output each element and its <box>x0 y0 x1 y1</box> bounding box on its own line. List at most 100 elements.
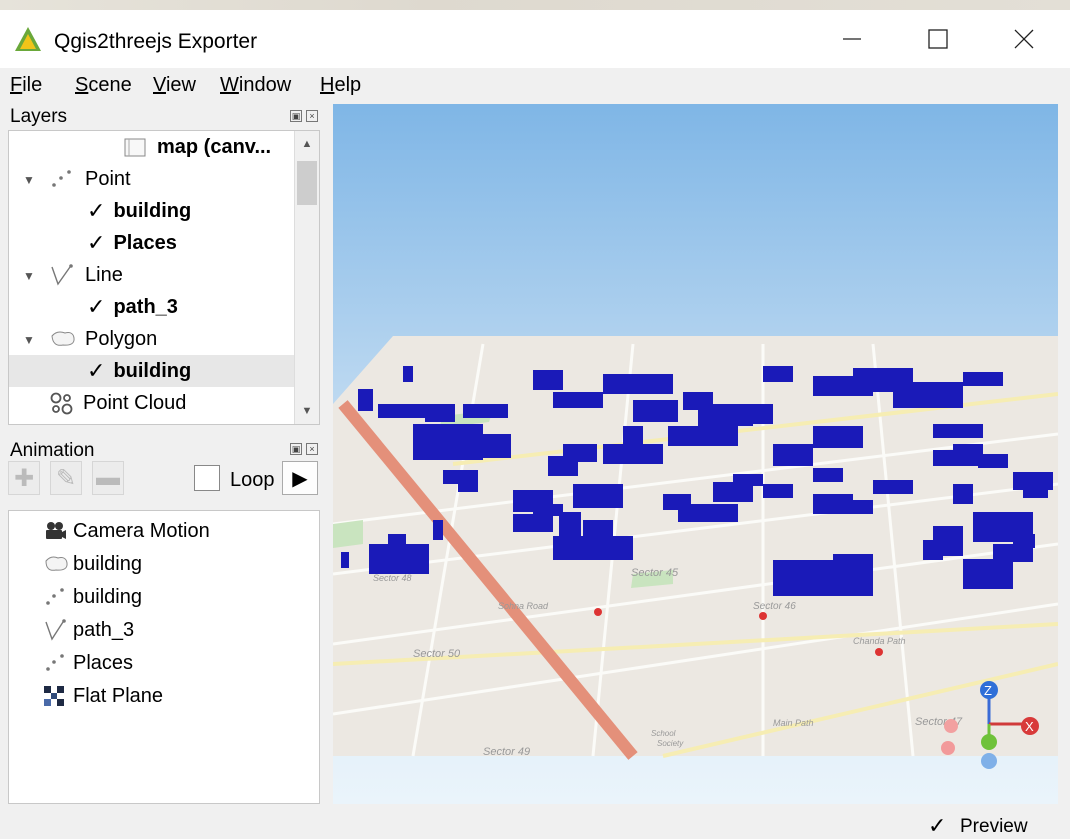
minimize-icon[interactable] <box>822 16 882 62</box>
tree-item-label: Polygon <box>85 327 158 350</box>
expander-icon[interactable]: ▼ <box>23 269 35 283</box>
menu-file-accel: F <box>10 74 23 96</box>
animation-toolbar: ✚ ✎ ▬ Loop ▶ <box>8 461 320 499</box>
float-icon[interactable]: ▣ <box>290 443 302 455</box>
close-icon[interactable]: × <box>306 110 318 122</box>
y-axis-icon <box>981 734 997 750</box>
preview-label: Preview <box>960 816 1028 837</box>
tree-item-label: map (canv... <box>157 135 272 158</box>
menu-bar: File Scene View Window Help <box>0 68 1070 102</box>
tree-item-polygon[interactable]: Polygon <box>49 323 157 355</box>
menu-file[interactable]: File <box>10 74 42 97</box>
anim-item-label: building <box>73 552 142 575</box>
scroll-down-icon[interactable]: ▼ <box>295 400 319 422</box>
anim-item-path-3[interactable]: path_3 <box>43 614 134 646</box>
menu-scene-label: cene <box>88 74 132 96</box>
line-icon <box>43 618 73 642</box>
close-icon[interactable]: × <box>306 443 318 455</box>
menu-window[interactable]: Window <box>220 74 291 97</box>
checkbox-checked-icon[interactable]: ✓ <box>87 198 105 224</box>
map-label: Chanda Path <box>853 636 906 646</box>
anim-item-label: Camera Motion <box>73 519 210 542</box>
menu-scene[interactable]: Scene <box>75 74 132 97</box>
map-label: Sector 49 <box>483 746 530 758</box>
camera-icon <box>43 520 73 542</box>
scroll-thumb[interactable] <box>297 161 317 205</box>
tree-item-point-cloud[interactable]: Point Cloud <box>49 387 186 419</box>
anim-item-building-point[interactable]: building <box>43 581 142 613</box>
tree-item-line[interactable]: Line <box>49 259 123 291</box>
qgis-logo-icon <box>15 27 41 51</box>
3d-scene[interactable]: Sector 45 Sector 46 Sector 47 Sector 48 … <box>333 104 1058 804</box>
tree-item-places[interactable]: ✓ Places <box>87 227 177 259</box>
menu-window-accel: W <box>220 74 239 96</box>
map-label: Sector 46 <box>753 601 796 612</box>
anim-item-places[interactable]: Places <box>43 647 133 679</box>
tree-item-label: path_3 <box>113 295 178 318</box>
animation-panel-title: Animation <box>10 440 95 461</box>
menu-help[interactable]: Help <box>320 74 361 97</box>
play-icon[interactable]: ▶ <box>282 461 318 495</box>
map-canvas-icon <box>124 138 146 157</box>
anim-item-label: building <box>73 585 142 608</box>
3d-preview-viewport[interactable]: Sector 45 Sector 46 Sector 47 Sector 48 … <box>333 104 1058 804</box>
flat-plane-icon <box>43 685 73 707</box>
checkbox-checked-icon[interactable]: ✓ <box>87 358 105 384</box>
animation-list: Camera Motion building building path_3 P… <box>8 510 320 804</box>
edit-keyframe-icon[interactable]: ✎ <box>50 461 82 495</box>
axis-label-x: X <box>1025 719 1034 734</box>
layers-tree: map (canv... ▼ Point ✓ building ✓ Places… <box>8 130 320 425</box>
maximize-icon[interactable] <box>908 16 968 62</box>
map-label: Society <box>657 739 684 748</box>
map-label: Sector 45 <box>631 567 679 579</box>
map-label: Sohna Road <box>498 601 549 611</box>
anim-item-label: Flat Plane <box>73 684 164 707</box>
expander-icon[interactable]: ▼ <box>23 173 35 187</box>
checkbox-checked-icon[interactable]: ✓ <box>87 230 105 256</box>
tree-item-label: Places <box>113 231 177 254</box>
menu-view-label: iew <box>165 74 196 96</box>
tree-item-label: building <box>113 199 192 222</box>
add-keyframe-icon[interactable]: ✚ <box>8 461 40 495</box>
tree-item-polygon-building[interactable]: ✓ building <box>9 355 295 387</box>
float-icon[interactable]: ▣ <box>290 110 302 122</box>
axis-label-z: Z <box>984 683 992 698</box>
background-map-strip <box>0 0 1070 10</box>
point-cloud-icon <box>50 392 73 415</box>
anim-item-label: path_3 <box>73 618 135 641</box>
tree-item-path-3[interactable]: ✓ path_3 <box>87 291 178 323</box>
anim-item-building-polygon[interactable]: building <box>43 548 142 580</box>
point-icon <box>43 586 73 608</box>
scroll-up-icon[interactable]: ▲ <box>295 133 319 155</box>
menu-scene-accel: S <box>75 74 89 96</box>
layers-scrollbar[interactable]: ▲ ▼ <box>294 131 319 424</box>
expander-icon[interactable]: ▼ <box>23 333 35 347</box>
map-label: School <box>651 729 676 738</box>
neg-z-axis-icon <box>981 753 997 769</box>
close-icon[interactable] <box>994 16 1054 62</box>
map-label: Main Path <box>773 718 814 728</box>
title-bar: Qgis2threejs Exporter <box>0 10 1070 68</box>
loop-checkbox[interactable] <box>194 465 220 491</box>
menu-view-accel: V <box>153 74 166 96</box>
map-label: Sector 50 <box>413 648 461 660</box>
tree-item-map-canvas[interactable]: map (canv... <box>123 131 271 163</box>
layers-panel-title: Layers <box>10 106 68 127</box>
window-title: Qgis2threejs Exporter <box>54 30 258 53</box>
exporter-window: Qgis2threejs Exporter File Scene View Wi… <box>0 0 1070 838</box>
polygon-group-icon <box>51 331 75 346</box>
line-group-icon <box>51 264 73 286</box>
tree-item-point[interactable]: Point <box>49 163 131 195</box>
checkbox-checked-icon[interactable]: ✓ <box>87 294 105 320</box>
neg-x-axis-icon <box>944 719 958 733</box>
polygon-icon <box>43 553 73 575</box>
preview-checkbox[interactable]: ✓ <box>928 813 946 839</box>
remove-keyframe-icon[interactable]: ▬ <box>92 461 124 495</box>
menu-view[interactable]: View <box>153 74 196 97</box>
tree-item-point-building[interactable]: ✓ building <box>87 195 191 227</box>
anim-item-flat-plane[interactable]: Flat Plane <box>43 680 163 712</box>
menu-help-accel: H <box>320 74 335 96</box>
anim-item-label: Places <box>73 651 134 674</box>
tree-item-label: Line <box>85 263 123 286</box>
anim-item-camera-motion[interactable]: Camera Motion <box>43 515 210 547</box>
